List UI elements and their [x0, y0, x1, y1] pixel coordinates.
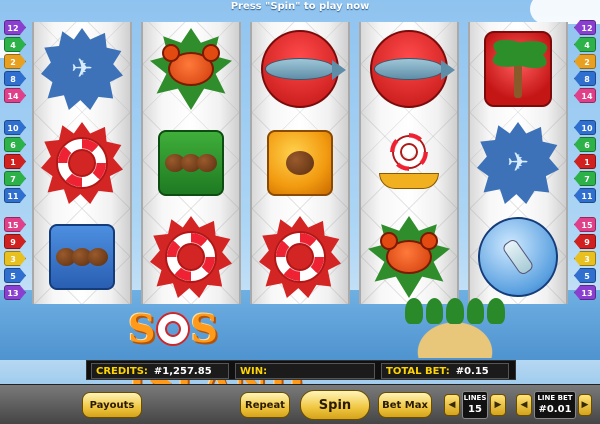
payline-badge-10[interactable]: 10: [4, 120, 26, 135]
reel-cell: [361, 210, 457, 304]
payline-badge-4[interactable]: 4: [574, 37, 596, 52]
payline-badge-15[interactable]: 15: [574, 217, 596, 232]
reel-cell: ✈: [34, 22, 130, 116]
line-bet-stepper: LINE BET #0.01: [534, 391, 576, 419]
reel-cell: [470, 22, 566, 116]
reel-3: [250, 22, 350, 304]
bet-max-button[interactable]: Bet Max: [378, 392, 432, 418]
payline-badge-6[interactable]: 6: [4, 137, 26, 152]
total-bet-value: #0.15: [455, 365, 489, 377]
sos-boat-icon: [379, 137, 439, 189]
payline-badge-5[interactable]: 5: [4, 268, 26, 283]
lines-label: LINES: [463, 394, 487, 402]
crab-icon: [150, 28, 232, 110]
reel-cell: [361, 22, 457, 116]
payline-badge-7[interactable]: 7: [4, 171, 26, 186]
win-display: WIN:: [235, 363, 375, 379]
reel-cell: [34, 116, 130, 210]
payouts-button[interactable]: Payouts: [82, 392, 142, 418]
reel-cell: [34, 210, 130, 304]
lines-stepper: LINES 15: [462, 391, 488, 419]
payline-badge-7[interactable]: 7: [574, 171, 596, 186]
lifebuoy-icon: [150, 216, 232, 298]
credits-display: CREDITS: #1,257.85: [91, 363, 229, 379]
plane-star-icon: ✈: [477, 122, 559, 204]
info-bar: CREDITS: #1,257.85 WIN: TOTAL BET: #0.15: [86, 360, 516, 380]
slot-game-stage: Press "Spin" to play now 12 4 2 8 14 10 6 1 7 11 1…: [0, 0, 600, 424]
payline-badge-14[interactable]: 14: [4, 88, 26, 103]
logo-lifebuoy-o-icon: [158, 314, 189, 344]
reel-cell: [252, 210, 348, 304]
payline-badge-10[interactable]: 10: [574, 120, 596, 135]
payline-badge-14[interactable]: 14: [574, 88, 596, 103]
repeat-button[interactable]: Repeat: [240, 392, 290, 418]
reel-cell: [143, 22, 239, 116]
reel-5: ✈: [468, 22, 568, 304]
payline-badge-11[interactable]: 11: [4, 188, 26, 203]
payline-badge-9[interactable]: 9: [574, 234, 596, 249]
reel-cell: [143, 210, 239, 304]
crab-icon: [368, 216, 450, 298]
payline-badge-9[interactable]: 9: [4, 234, 26, 249]
palm-tree-icon: [484, 31, 552, 107]
payline-badge-4[interactable]: 4: [4, 37, 26, 52]
payline-badge-1[interactable]: 1: [4, 154, 26, 169]
line-bet-decrease-button[interactable]: ◀: [516, 394, 532, 416]
payline-badge-3[interactable]: 3: [4, 251, 26, 266]
win-label: WIN:: [240, 365, 268, 377]
coconuts-blue-icon: [49, 224, 115, 290]
game-logo: SS ISLAND: [128, 302, 368, 405]
island-palms: [405, 298, 505, 338]
total-bet-display: TOTAL BET: #0.15: [381, 363, 509, 379]
payline-badge-8[interactable]: 8: [574, 71, 596, 86]
logo-letter-s: S: [128, 306, 157, 351]
reel-cell: [470, 210, 566, 304]
payline-badge-11[interactable]: 11: [574, 188, 596, 203]
fish-icon: [261, 30, 346, 108]
reel-cell: [252, 22, 348, 116]
reels-area: ✈ ✈: [32, 22, 568, 304]
credits-value: #1,257.85: [153, 365, 212, 377]
lines-decrease-button[interactable]: ◀: [444, 394, 460, 416]
plane-star-icon: ✈: [41, 28, 123, 110]
payline-badge-5[interactable]: 5: [574, 268, 596, 283]
payline-badge-12[interactable]: 12: [4, 20, 26, 35]
payline-badge-8[interactable]: 8: [4, 71, 26, 86]
lifebuoy-icon: [41, 122, 123, 204]
payline-badge-1[interactable]: 1: [574, 154, 596, 169]
lifebuoy-icon: [259, 216, 341, 298]
lines-value: 15: [468, 404, 482, 415]
reel-cell: [143, 116, 239, 210]
lines-increase-button[interactable]: ▶: [490, 394, 506, 416]
payline-badge-6[interactable]: 6: [574, 137, 596, 152]
message-bottle-icon: [478, 217, 558, 297]
coconut-orange-icon: [267, 130, 333, 196]
credits-label: CREDITS:: [96, 365, 148, 377]
reel-4: [359, 22, 459, 304]
payline-badge-2[interactable]: 2: [574, 54, 596, 69]
reel-cell: [252, 116, 348, 210]
reel-1: ✈: [32, 22, 132, 304]
fish-icon: [370, 30, 455, 108]
payline-badge-15[interactable]: 15: [4, 217, 26, 232]
line-bet-increase-button[interactable]: ▶: [578, 394, 592, 416]
line-bet-label: LINE BET: [537, 394, 573, 402]
spin-button[interactable]: Spin: [300, 390, 370, 420]
payline-badge-3[interactable]: 3: [574, 251, 596, 266]
payline-badge-2[interactable]: 2: [4, 54, 26, 69]
reel-cell: ✈: [470, 116, 566, 210]
total-bet-label: TOTAL BET:: [386, 365, 450, 377]
coconuts-green-icon: [158, 130, 224, 196]
instruction-message: Press "Spin" to play now: [230, 1, 370, 12]
control-bar: Payouts Repeat Spin Bet Max ◀ LINES 15 ▶…: [0, 384, 600, 424]
line-bet-value: #0.01: [538, 404, 572, 415]
reel-2: [141, 22, 241, 304]
reel-cell: [361, 116, 457, 210]
